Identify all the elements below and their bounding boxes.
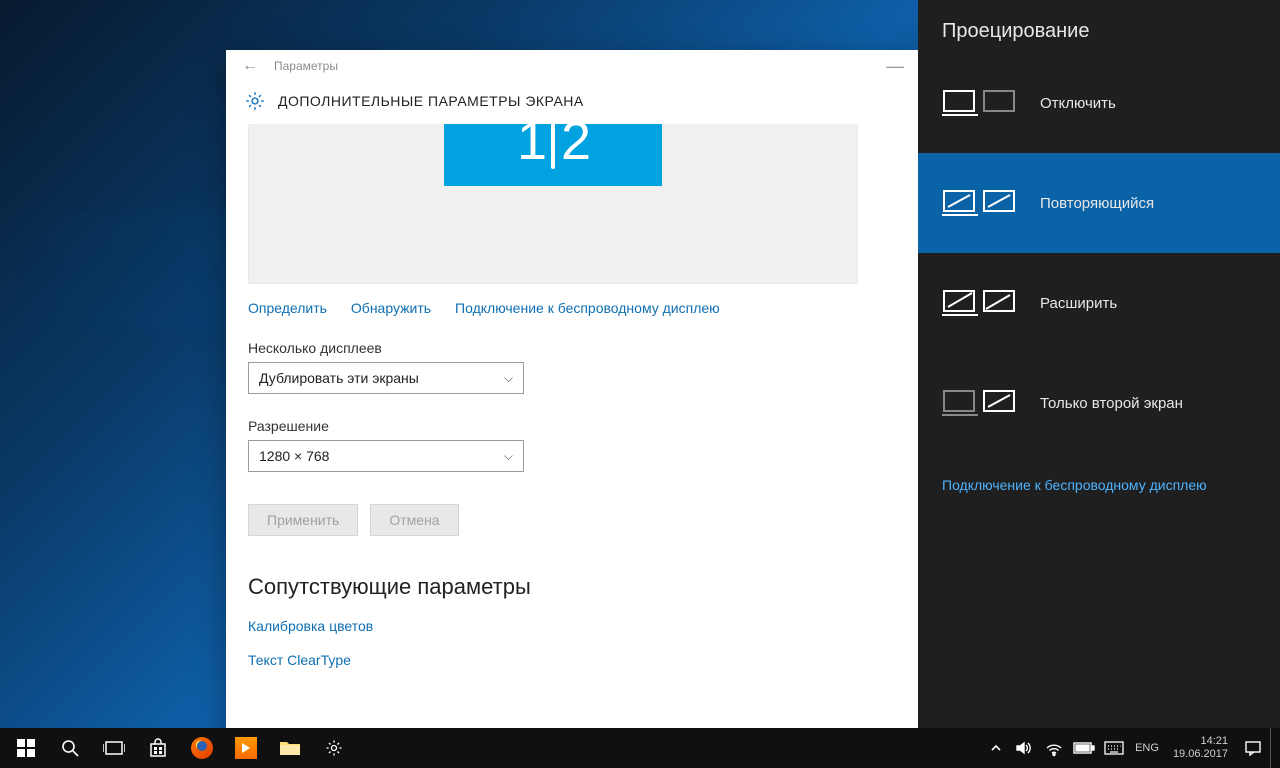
settings-window: ← Параметры — ДОПОЛНИТЕЛЬНЫЕ ПАРАМЕТРЫ Э…: [226, 50, 920, 730]
search-button[interactable]: [48, 728, 92, 768]
network-icon[interactable]: [1039, 728, 1069, 768]
taskbar: ENG 14:21 19.06.2017: [0, 728, 1280, 768]
start-button[interactable]: [4, 728, 48, 768]
display-box[interactable]: 12: [444, 124, 662, 186]
second-only-icon: [942, 383, 1020, 423]
pc-only-icon: [942, 83, 1020, 123]
page-title: ДОПОЛНИТЕЛЬНЫЕ ПАРАМЕТРЫ ЭКРАНА: [278, 93, 584, 109]
clock-date: 19.06.2017: [1173, 748, 1228, 761]
cleartype-link[interactable]: Текст ClearType: [244, 652, 902, 686]
related-header: Сопутствующие параметры: [244, 566, 902, 618]
titlebar: ← Параметры —: [226, 50, 920, 82]
settings-app[interactable]: [312, 728, 356, 768]
task-view-button[interactable]: [92, 728, 136, 768]
header-bar: ДОПОЛНИТЕЛЬНЫЕ ПАРАМЕТРЫ ЭКРАНА: [226, 82, 920, 124]
media-player-app[interactable]: [224, 728, 268, 768]
clock-time: 14:21: [1200, 735, 1228, 748]
flyout-title: Проецирование: [918, 0, 1280, 53]
option-label: Расширить: [1040, 295, 1117, 312]
color-calibration-link[interactable]: Калибровка цветов: [244, 618, 902, 652]
project-option-duplicate[interactable]: Повторяющийся: [918, 153, 1280, 253]
chevron-down-icon: ⌵: [504, 449, 513, 464]
store-app[interactable]: [136, 728, 180, 768]
chevron-down-icon: ⌵: [504, 371, 513, 386]
action-center-icon[interactable]: [1236, 728, 1270, 768]
project-option-disconnect[interactable]: Отключить: [918, 53, 1280, 153]
back-button[interactable]: ←: [234, 57, 266, 75]
project-flyout: Проецирование Отключить Повторяющийся Ра…: [918, 0, 1280, 728]
wireless-link[interactable]: Подключение к беспроводному дисплею: [455, 300, 720, 316]
language-indicator[interactable]: ENG: [1129, 728, 1165, 768]
extend-icon: [942, 283, 1020, 323]
minimize-button[interactable]: —: [878, 61, 912, 71]
multi-displays-dropdown[interactable]: Дублировать эти экраны ⌵: [248, 362, 524, 394]
clock[interactable]: 14:21 19.06.2017: [1165, 735, 1236, 761]
battery-icon[interactable]: [1069, 728, 1099, 768]
option-label: Только второй экран: [1040, 395, 1183, 412]
resolution-value: 1280 × 768: [259, 448, 329, 464]
show-hidden-icons[interactable]: [983, 728, 1009, 768]
volume-icon[interactable]: [1009, 728, 1039, 768]
gear-icon: [244, 90, 266, 112]
duplicate-icon: [942, 183, 1020, 223]
option-label: Отключить: [1040, 95, 1116, 112]
apply-button: Применить: [248, 504, 358, 536]
flyout-wireless-link[interactable]: Подключение к беспроводному дисплею: [918, 453, 1280, 517]
project-option-extend[interactable]: Расширить: [918, 253, 1280, 353]
multi-displays-label: Несколько дисплеев: [244, 340, 902, 356]
project-option-second-only[interactable]: Только второй экран: [918, 353, 1280, 453]
display-preview[interactable]: 12: [248, 124, 858, 284]
detect-link[interactable]: Обнаружить: [351, 300, 431, 316]
cancel-button: Отмена: [370, 504, 458, 536]
firefox-app[interactable]: [180, 728, 224, 768]
keyboard-icon[interactable]: [1099, 728, 1129, 768]
resolution-label: Разрешение: [244, 418, 902, 434]
option-label: Повторяющийся: [1040, 195, 1154, 212]
show-desktop[interactable]: [1270, 728, 1276, 768]
resolution-dropdown[interactable]: 1280 × 768 ⌵: [248, 440, 524, 472]
explorer-app[interactable]: [268, 728, 312, 768]
identify-link[interactable]: Определить: [248, 300, 327, 316]
window-title: Параметры: [266, 59, 338, 73]
content-area: 12 Определить Обнаружить Подключение к б…: [226, 124, 920, 730]
multi-displays-value: Дублировать эти экраны: [259, 370, 419, 386]
